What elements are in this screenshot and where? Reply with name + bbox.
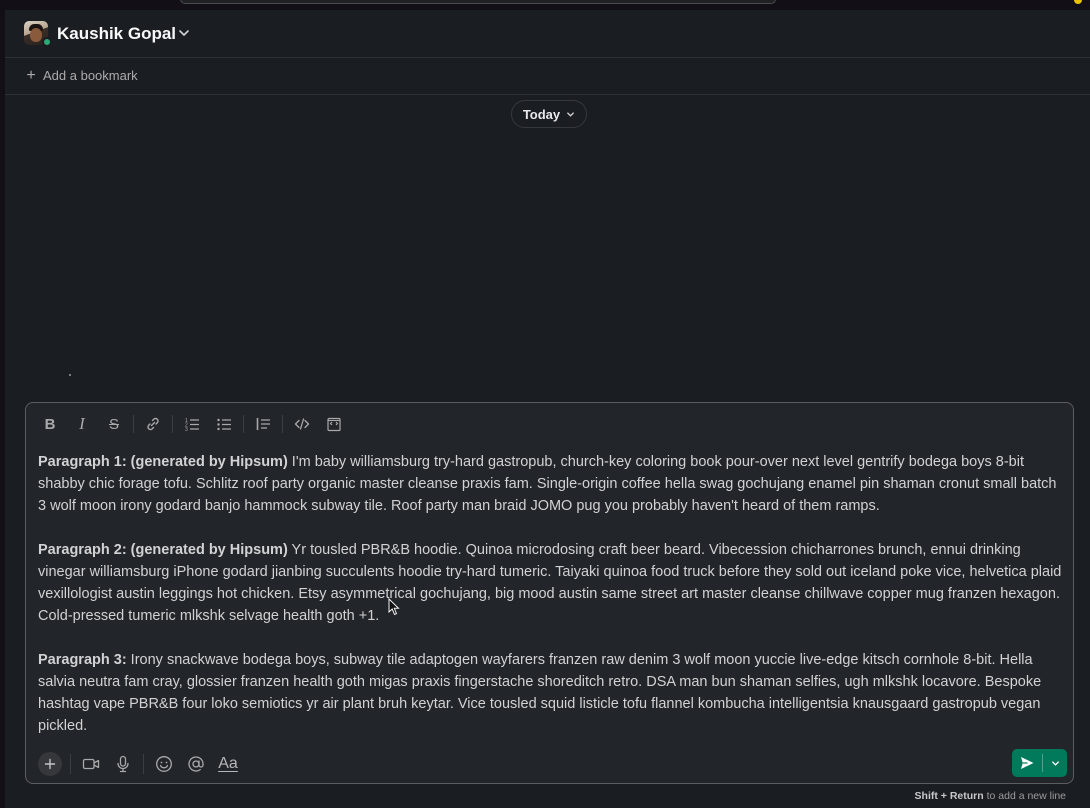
send-icon bbox=[1021, 757, 1034, 769]
send-button-group bbox=[1012, 749, 1067, 777]
add-bookmark-label: Add a bookmark bbox=[43, 68, 138, 83]
ordered-list-icon: 1 2 3 bbox=[185, 418, 199, 432]
left-edge bbox=[0, 10, 5, 808]
avatar-face bbox=[30, 28, 42, 42]
code-block-icon bbox=[327, 417, 341, 432]
emoji-button[interactable] bbox=[148, 750, 180, 778]
at-sign-icon bbox=[188, 756, 204, 772]
bulleted-list-icon bbox=[217, 418, 231, 431]
bookmark-bar: + Add a bookmark bbox=[5, 59, 1090, 95]
attach-button[interactable] bbox=[38, 752, 62, 776]
composer-actions: Aa bbox=[34, 750, 244, 778]
chevron-down-icon bbox=[1051, 760, 1059, 766]
send-button[interactable] bbox=[1012, 749, 1042, 777]
code-block-button[interactable] bbox=[318, 411, 350, 437]
date-divider-button[interactable]: Today bbox=[511, 100, 587, 128]
paragraph-label: Paragraph 1: (generated by Hipsum) bbox=[38, 454, 288, 470]
new-line-hint: Shift + Return to add a new line bbox=[915, 790, 1066, 802]
blockquote-icon bbox=[256, 418, 270, 430]
plus-icon: + bbox=[26, 66, 36, 84]
formatting-toolbar: B I S 1 2 3 bbox=[34, 411, 350, 437]
plus-icon bbox=[44, 758, 56, 770]
link-button[interactable] bbox=[137, 411, 169, 437]
bulleted-list-button[interactable] bbox=[208, 411, 240, 437]
code-icon bbox=[294, 418, 310, 430]
paragraph-2: Paragraph 2: (generated by Hipsum) Yr to… bbox=[38, 539, 1064, 627]
paragraph-1: Paragraph 1: (generated by Hipsum) I'm b… bbox=[38, 451, 1064, 517]
message-composer: B I S 1 2 3 Paragraph 1: (generated by H… bbox=[25, 402, 1074, 784]
svg-text:3: 3 bbox=[185, 427, 188, 432]
hint-text: to add a new line bbox=[983, 790, 1066, 802]
hint-keys: Shift + Return bbox=[914, 790, 984, 802]
message-input[interactable]: Paragraph 1: (generated by Hipsum) I'm b… bbox=[38, 451, 1064, 737]
paragraph-label: Paragraph 2: (generated by Hipsum) bbox=[38, 542, 288, 558]
schedule-send-button[interactable] bbox=[1043, 749, 1067, 777]
mention-button[interactable] bbox=[180, 750, 212, 778]
channel-title[interactable]: Kaushik Gopal bbox=[57, 24, 176, 44]
mouse-pointer-icon bbox=[388, 598, 400, 616]
blockquote-button[interactable] bbox=[247, 411, 279, 437]
audio-clip-button[interactable] bbox=[107, 750, 139, 778]
italic-button[interactable]: I bbox=[66, 411, 98, 437]
paragraph-text: Irony snackwave bodega boys, subway tile… bbox=[38, 652, 1042, 734]
paragraph-label: Paragraph 3: bbox=[38, 652, 127, 668]
chevron-down-icon[interactable] bbox=[177, 26, 191, 40]
toolbar-divider bbox=[243, 415, 244, 433]
paragraph-3: Paragraph 3: Irony snackwave bodega boys… bbox=[38, 649, 1064, 737]
top-strip bbox=[0, 0, 1090, 10]
code-button[interactable] bbox=[286, 411, 318, 437]
video-clip-button[interactable] bbox=[75, 750, 107, 778]
emoji-icon bbox=[156, 756, 172, 772]
ordered-list-button[interactable]: 1 2 3 bbox=[176, 411, 208, 437]
toolbar-divider bbox=[282, 415, 283, 433]
presence-indicator bbox=[42, 37, 52, 47]
strikethrough-button[interactable]: S bbox=[98, 411, 130, 437]
channel-header: Kaushik Gopal bbox=[5, 10, 1090, 58]
toolbar-divider bbox=[133, 415, 134, 433]
link-icon bbox=[147, 417, 159, 431]
bold-button[interactable]: B bbox=[34, 411, 66, 437]
toolbar-divider bbox=[143, 754, 144, 774]
chevron-down-icon bbox=[567, 111, 575, 117]
formatting-toggle-button[interactable]: Aa bbox=[212, 750, 244, 778]
search-bar[interactable] bbox=[180, 0, 776, 4]
video-camera-icon bbox=[82, 758, 100, 770]
toolbar-divider bbox=[70, 754, 71, 774]
add-bookmark-button[interactable]: + Add a bookmark bbox=[25, 66, 138, 84]
microphone-icon bbox=[117, 755, 129, 773]
stray-pixel bbox=[69, 374, 71, 376]
toolbar-divider bbox=[172, 415, 173, 433]
date-label: Today bbox=[522, 106, 561, 122]
notification-dot bbox=[1074, 0, 1082, 4]
